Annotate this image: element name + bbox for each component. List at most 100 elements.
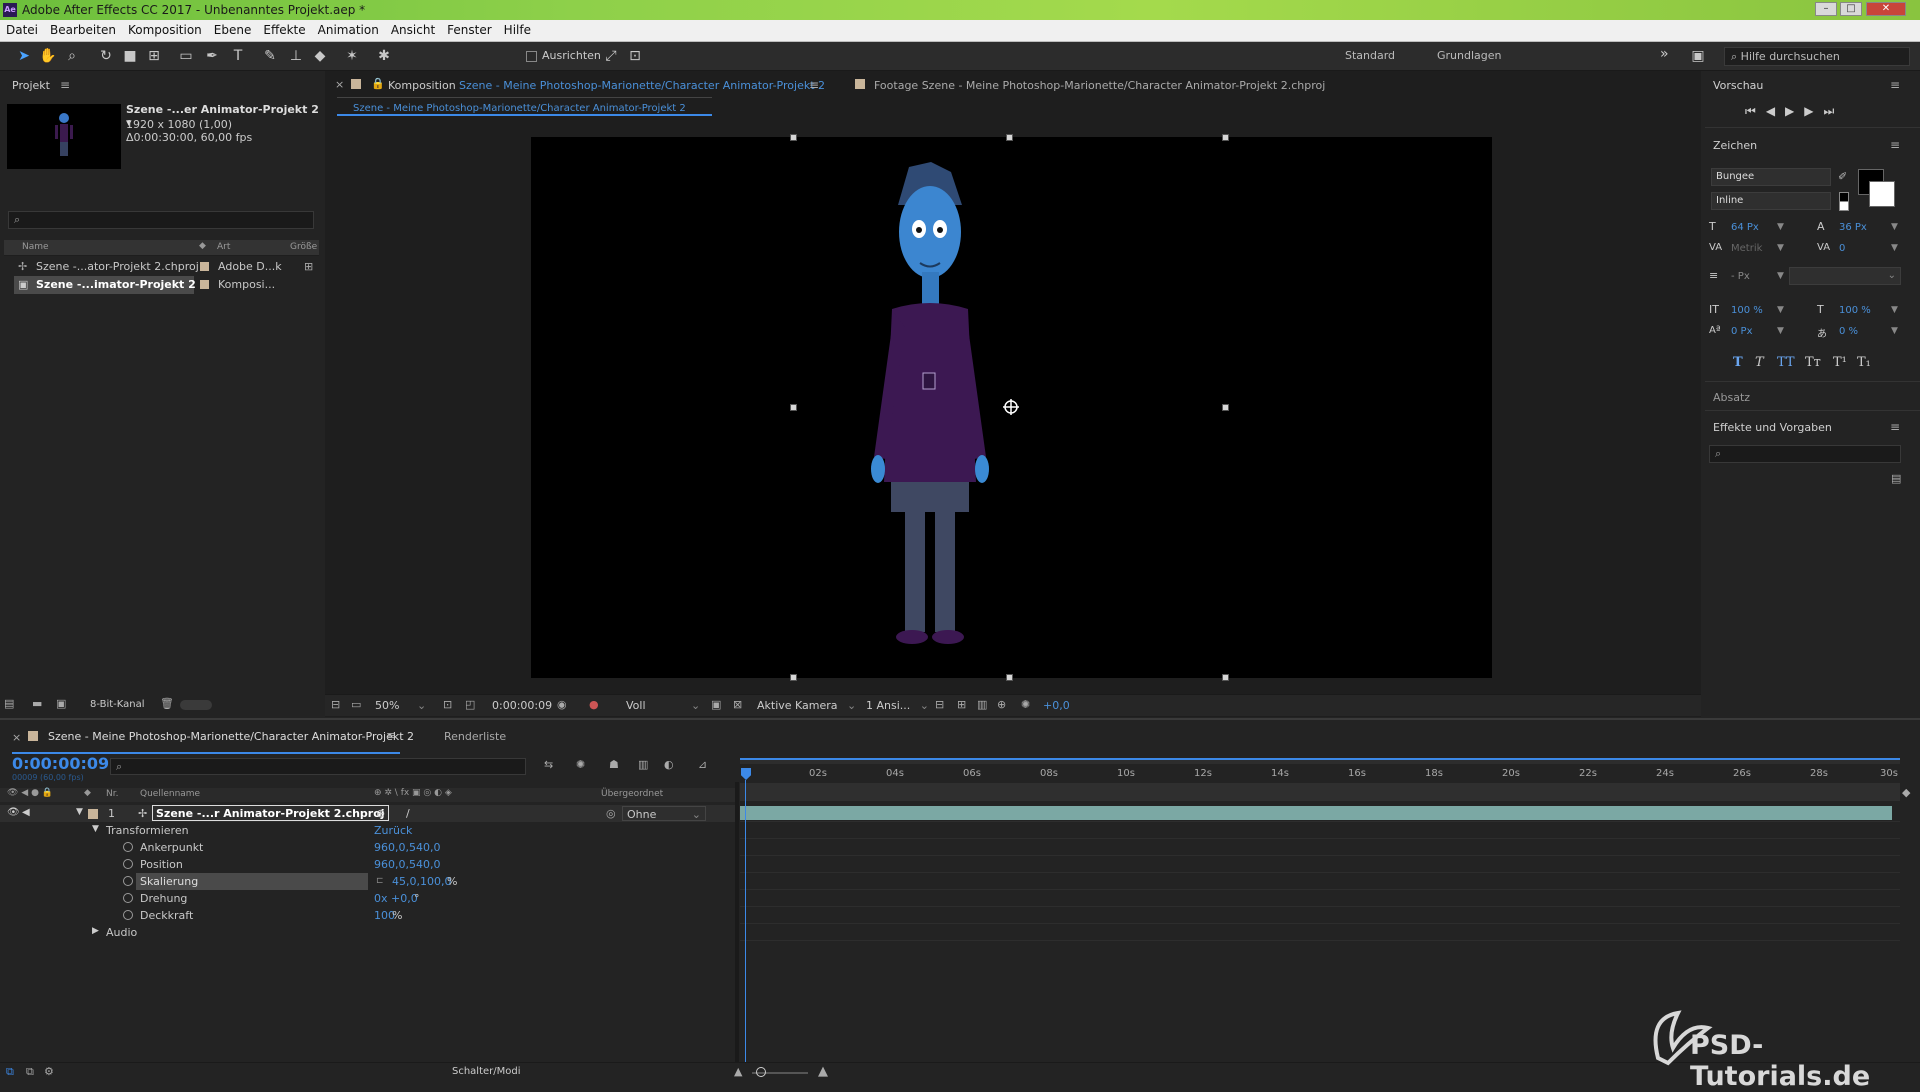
menu-effekte[interactable]: Effekte [257,20,311,37]
time-ruler[interactable]: 02s 04s 06s 08s 10s 12s 14s 16s 18s 20s … [740,768,1900,782]
font-size-dropdown-icon[interactable]: ▼ [1777,222,1784,232]
new-comp-icon[interactable]: ▣ [56,697,66,710]
fast-preview-icon[interactable]: ▣ [711,698,721,711]
timeline-current-time[interactable]: 0:00:00:09 [12,754,109,773]
toggle-switches-modes[interactable]: Schalter/Modi [452,1066,521,1077]
zoom-in-icon[interactable]: ▲ [818,1064,828,1079]
brush-tool-icon[interactable]: ✎ [260,47,280,65]
vertical-scale-value[interactable]: 100 % [1731,305,1763,316]
kerning-value[interactable]: Metrik [1731,243,1762,254]
monitor-icon[interactable]: ▭ [351,698,361,711]
transform-handle[interactable] [790,404,797,411]
layer-row[interactable]: 👁 ◀ ▼ 1 ✢ Szene -...r Animator-Projekt 2… [0,805,735,822]
play-icon[interactable]: ▶ [1785,104,1804,118]
audio-icon[interactable]: ◀ [22,807,30,818]
project-item[interactable]: ✢ Szene -...ator-Projekt 2.chproj Adobe … [4,258,319,276]
comp-mini-flowchart-icon[interactable]: ⇆ [544,758,553,771]
transform-handle[interactable] [1222,674,1229,681]
menu-bearbeiten[interactable]: Bearbeiten [44,20,122,37]
timeline-tab[interactable]: Szene - Meine Photoshop-Marionette/Chara… [48,730,414,743]
project-menu-icon[interactable]: ≡ [60,78,70,92]
comp-menu-icon[interactable]: ≡ [809,78,819,92]
rotate-tool-icon[interactable]: ↻ [96,47,116,65]
panel-layout-icon[interactable]: ▣ [1688,47,1708,65]
layer-duration-bar[interactable] [740,806,1892,820]
hand-tool-icon[interactable]: ✋ [38,47,58,65]
stopwatch-icon[interactable] [123,876,133,886]
property-value[interactable]: 45,0,100,0 [392,875,451,888]
timeline-tab-close[interactable]: × [12,731,21,744]
transform-handle[interactable] [1006,674,1013,681]
audio-group-row[interactable]: ▶ Audio [0,924,735,941]
white-swatch[interactable] [1839,201,1849,211]
stopwatch-icon[interactable] [123,842,133,852]
transform-handle[interactable] [790,134,797,141]
transform-group-row[interactable]: ▼ Transformieren Zurück [0,822,735,839]
kerning-dropdown-icon[interactable]: ▼ [1777,243,1784,253]
puppet-pin-tool-icon[interactable]: ✱ [374,47,394,65]
menu-ansicht[interactable]: Ansicht [385,20,441,37]
current-timecode[interactable]: 0:00:00:09 [492,699,552,712]
property-row[interactable]: Ankerpunkt 960,0,540,0 [0,839,735,856]
superscript-button[interactable]: T¹ [1833,355,1857,370]
transform-handle[interactable] [790,674,797,681]
vertical-scale-dropdown-icon[interactable]: ▼ [1777,305,1784,315]
pen-tool-icon[interactable]: ✒ [202,47,222,65]
col-source-name[interactable]: Quellenname [140,789,200,799]
tsume-dropdown-icon[interactable]: ▼ [1891,326,1898,336]
camera-tool-icon[interactable]: ■ [120,47,140,65]
fit-icon[interactable]: ⊡ [443,698,452,711]
property-row[interactable]: Deckkraft 100% [0,907,735,924]
twirl-open-icon[interactable]: ▼ [92,824,99,834]
text-tool-icon[interactable]: T [228,47,248,65]
layer-switches-toggle-icon[interactable]: ⧉ [6,1065,14,1079]
bit-depth-label[interactable]: 8-Bit-Kanal [90,699,145,710]
comp-sub-tab[interactable]: Szene - Meine Photoshop-Marionette/Chara… [353,103,686,114]
visibility-icon[interactable]: 👁 [7,807,20,818]
project-search-input[interactable]: ⌕ [8,211,314,229]
stroke-color-swatch[interactable] [1869,181,1895,207]
pan-behind-tool-icon[interactable]: ⊞ [144,47,164,65]
menu-hilfe[interactable]: Hilfe [498,20,537,37]
all-caps-button[interactable]: TT [1777,355,1805,370]
lock-icon[interactable]: 🔒 [371,77,385,90]
property-row[interactable]: Drehung 0x +0,0 ° [0,890,735,907]
stopwatch-icon[interactable] [123,893,133,903]
property-row[interactable]: Skalierung ⊏ 45,0,100,0% [0,873,735,890]
snapshot-icon[interactable]: ◉ [557,698,567,711]
in-out-toggle-icon[interactable]: ⚙ [44,1065,54,1078]
tsume-value[interactable]: 0 % [1839,326,1858,337]
col-size[interactable]: Größe [290,242,317,252]
tracking-value[interactable]: 0 [1839,243,1845,254]
last-frame-icon[interactable]: ⏭ [1824,104,1845,118]
motion-blur-icon[interactable]: ◐ [664,758,674,771]
quality-switch-icon[interactable]: / [406,807,410,820]
preview-menu-icon[interactable]: ≡ [1890,78,1900,92]
first-frame-icon[interactable]: ⏮ [1745,104,1766,118]
pick-whip-icon[interactable]: ◎ [606,807,616,820]
leading-dropdown-icon[interactable]: ▼ [1891,222,1898,232]
selection-tool-icon[interactable]: ➤ [14,47,34,65]
workspace-overflow-icon[interactable]: » [1660,46,1669,62]
composition-canvas[interactable] [531,137,1492,678]
transform-reset-link[interactable]: Zurück [374,824,412,837]
menu-ebene[interactable]: Ebene [208,20,258,37]
workspace-standard[interactable]: Standard [1345,49,1395,62]
property-value[interactable]: 960,0,540,0 [374,858,440,871]
roto-brush-tool-icon[interactable]: ✶ [342,47,362,65]
toggle-3d-icon[interactable]: ⊞ [957,698,966,711]
zoom-out-icon[interactable]: ▲ [734,1065,742,1078]
clone-stamp-tool-icon[interactable]: ⊥ [286,47,306,65]
paragraph-title[interactable]: Absatz [1713,391,1750,404]
col-name[interactable]: Name [22,242,49,252]
subscript-button[interactable]: T₁ [1857,355,1879,370]
tracking-dropdown-icon[interactable]: ▼ [1891,243,1898,253]
twirl-open-icon[interactable]: ▼ [76,807,83,817]
rectangle-tool-icon[interactable]: ▭ [176,47,196,65]
trash-icon[interactable]: 🗑 [160,697,174,710]
menu-komposition[interactable]: Komposition [122,20,208,37]
resolution-select[interactable]: Voll ⌄ [626,699,700,712]
property-value[interactable]: 960,0,540,0 [374,841,440,854]
region-of-interest-icon[interactable]: ⊟ [331,698,340,711]
channel-icon[interactable]: ● [589,698,599,711]
